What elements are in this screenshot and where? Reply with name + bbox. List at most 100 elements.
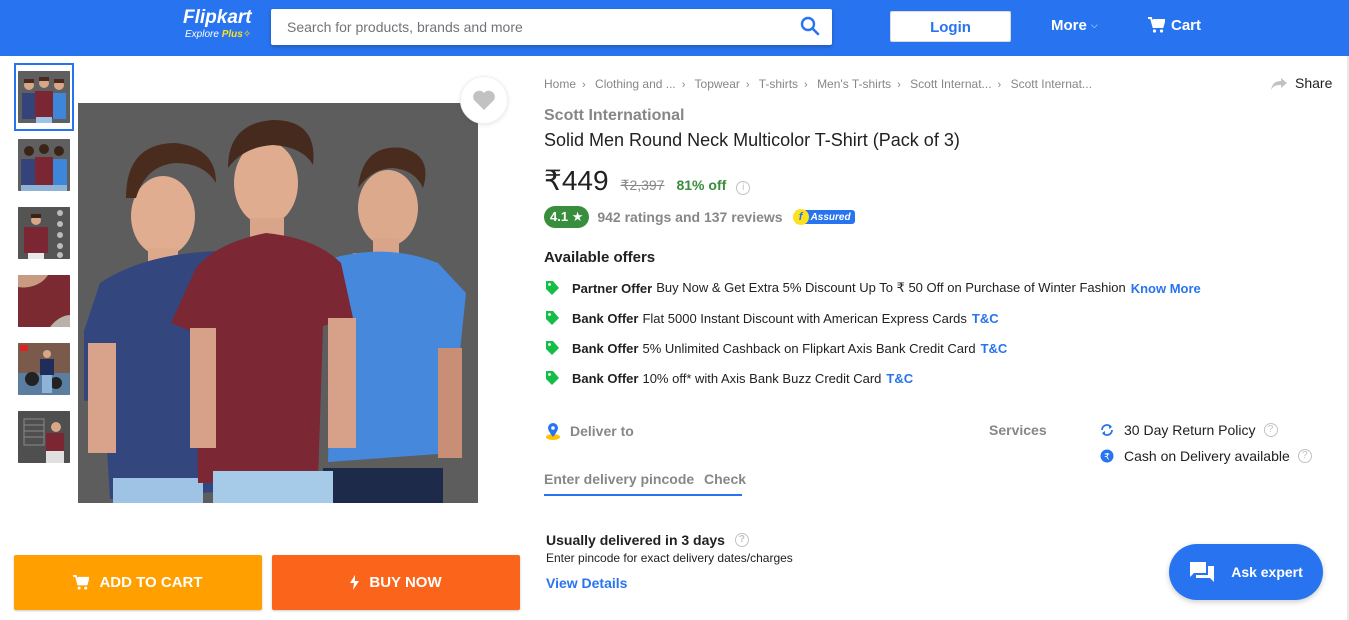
rating-row: 4.1 ★ 942 ratings and 137 reviews f Assur… — [544, 206, 855, 228]
search-icon — [800, 16, 820, 36]
thumbnail-image — [18, 71, 70, 123]
assured-badge: f Assured — [792, 209, 855, 225]
svg-text:₹: ₹ — [1104, 453, 1110, 463]
more-label: More — [1051, 17, 1087, 34]
login-button[interactable]: Login — [890, 11, 1011, 42]
thumbnail-3[interactable] — [14, 199, 74, 267]
breadcrumb-item[interactable]: Scott Internat... — [1011, 77, 1092, 91]
original-price: ₹2,397 — [620, 177, 665, 193]
offer-text: 10% off* with Axis Bank Buzz Credit Card — [642, 370, 882, 386]
star-icon: ★ — [571, 209, 584, 224]
main-product-image[interactable] — [78, 103, 478, 503]
logo-tagline: Explore Plus✧ — [185, 29, 263, 41]
share-icon — [1271, 78, 1287, 90]
offer-link[interactable]: T&C — [972, 311, 999, 326]
chat-icon — [1190, 562, 1215, 582]
breadcrumb-item[interactable]: Home — [544, 77, 576, 91]
top-nav-bar: Flipkart Explore Plus✧ Login More⌵ Cart — [0, 0, 1349, 56]
offer-tag-icon — [546, 281, 559, 295]
delivery-time-text: Usually delivered in 3 days — [546, 532, 725, 548]
check-pincode-button[interactable]: Check — [704, 471, 746, 487]
selling-price: ₹449 — [544, 165, 609, 196]
flipkart-logo[interactable]: Flipkart Explore Plus✧ — [183, 7, 263, 41]
location-pin-icon — [546, 423, 560, 440]
offer-item: Partner Offer Buy Now & Get Extra 5% Disc… — [544, 280, 1201, 296]
offer-item: Bank Offer 5% Unlimited Cashback on Flipk… — [544, 340, 1007, 356]
pincode-input[interactable] — [544, 471, 694, 487]
offer-link[interactable]: Know More — [1131, 281, 1201, 296]
pincode-field: Check — [544, 464, 746, 496]
share-button[interactable]: Share — [1271, 75, 1332, 91]
thumbnail-image — [18, 207, 70, 259]
offer-type: Partner Offer — [572, 280, 653, 296]
service-item: 30 Day Return Policy ? — [1099, 422, 1278, 438]
breadcrumb-separator-icon: › — [997, 79, 1002, 91]
ratings-reviews-count[interactable]: 942 ratings and 137 reviews — [597, 209, 782, 225]
thumbnail-image — [18, 343, 70, 395]
more-menu[interactable]: More ⌵ — [1051, 17, 1098, 34]
add-to-cart-button[interactable]: ADD TO CART — [14, 555, 262, 610]
breadcrumb-item[interactable]: Clothing and ... — [595, 77, 676, 91]
ask-expert-button[interactable]: Ask expert — [1169, 544, 1323, 600]
thumbnail-2[interactable] — [14, 131, 74, 199]
offer-type: Bank Offer — [572, 370, 639, 386]
ask-expert-label: Ask expert — [1231, 564, 1303, 580]
assured-label: Assured — [810, 211, 851, 223]
product-title: Solid Men Round Neck Multicolor T-Shirt … — [544, 130, 960, 150]
breadcrumb-item[interactable]: Men's T-shirts — [817, 77, 891, 91]
flipkart-f-icon: f — [792, 209, 809, 225]
thumbnail-5[interactable] — [14, 335, 74, 403]
offer-item: Bank Offer Flat 5000 Instant Discount wit… — [544, 310, 999, 326]
breadcrumb-separator-icon: › — [804, 79, 808, 91]
buy-now-label: BUY NOW — [369, 574, 442, 591]
offer-tag-icon — [546, 341, 559, 355]
logo-name: Flipkart — [183, 7, 252, 28]
add-to-cart-label: ADD TO CART — [99, 574, 203, 591]
product-brand[interactable]: Scott International — [544, 107, 684, 125]
heart-icon — [473, 90, 495, 110]
buy-now-button[interactable]: BUY NOW — [272, 555, 520, 610]
help-icon[interactable]: ? — [1297, 449, 1312, 463]
product-page: ADD TO CART BUY NOW Home › Clothing and .… — [0, 56, 1347, 620]
thumbnail-6[interactable] — [14, 403, 74, 471]
view-details-link[interactable]: View Details — [546, 575, 627, 591]
search-bar — [271, 9, 832, 45]
thumbnail-1[interactable] — [14, 63, 74, 131]
thumbnail-image — [18, 275, 70, 327]
thumbnail-4[interactable] — [14, 267, 74, 335]
help-icon[interactable]: ? — [1263, 423, 1278, 437]
breadcrumb-item[interactable]: Topwear — [695, 77, 740, 91]
offers-heading: Available offers — [544, 249, 656, 266]
cart-link[interactable]: Cart — [1148, 17, 1201, 34]
return-icon — [1101, 424, 1113, 436]
product-photo — [78, 103, 478, 503]
offer-text: 5% Unlimited Cashback on Flipkart Axis B… — [642, 340, 976, 356]
service-item: ₹ Cash on Delivery available ? — [1099, 448, 1312, 464]
search-input[interactable] — [271, 9, 771, 45]
info-icon[interactable]: i — [736, 181, 751, 195]
cart-label: Cart — [1171, 17, 1202, 34]
rating-badge[interactable]: 4.1 ★ — [544, 206, 590, 228]
breadcrumb-item[interactable]: Scott Internat... — [910, 77, 991, 91]
breadcrumb-separator-icon: › — [681, 79, 686, 91]
breadcrumb-separator-icon: › — [582, 79, 586, 91]
wishlist-button[interactable] — [460, 76, 508, 124]
breadcrumb-item[interactable]: T-shirts — [759, 77, 798, 91]
breadcrumb-separator-icon: › — [897, 79, 901, 91]
rating-value: 4.1 — [550, 209, 569, 224]
deliver-to-label: Deliver to — [570, 423, 634, 439]
help-icon[interactable]: ? — [734, 533, 749, 547]
cart-icon — [1148, 17, 1166, 33]
thumbnail-image — [18, 139, 70, 191]
search-button[interactable] — [800, 16, 822, 38]
logo-tag-plus: Plus — [221, 29, 243, 40]
plus-star-icon: ✧ — [242, 29, 252, 40]
offer-text: Flat 5000 Instant Discount with American… — [642, 310, 967, 326]
breadcrumb-separator-icon: › — [745, 79, 750, 91]
offer-link[interactable]: T&C — [981, 341, 1008, 356]
offer-type: Bank Offer — [572, 340, 639, 356]
offer-text: Buy Now & Get Extra 5% Discount Up To ₹ … — [656, 280, 1126, 295]
offer-link[interactable]: T&C — [886, 371, 913, 386]
service-text: Cash on Delivery available — [1124, 448, 1290, 464]
delivery-subtext: Enter pincode for exact delivery dates/c… — [546, 551, 793, 565]
